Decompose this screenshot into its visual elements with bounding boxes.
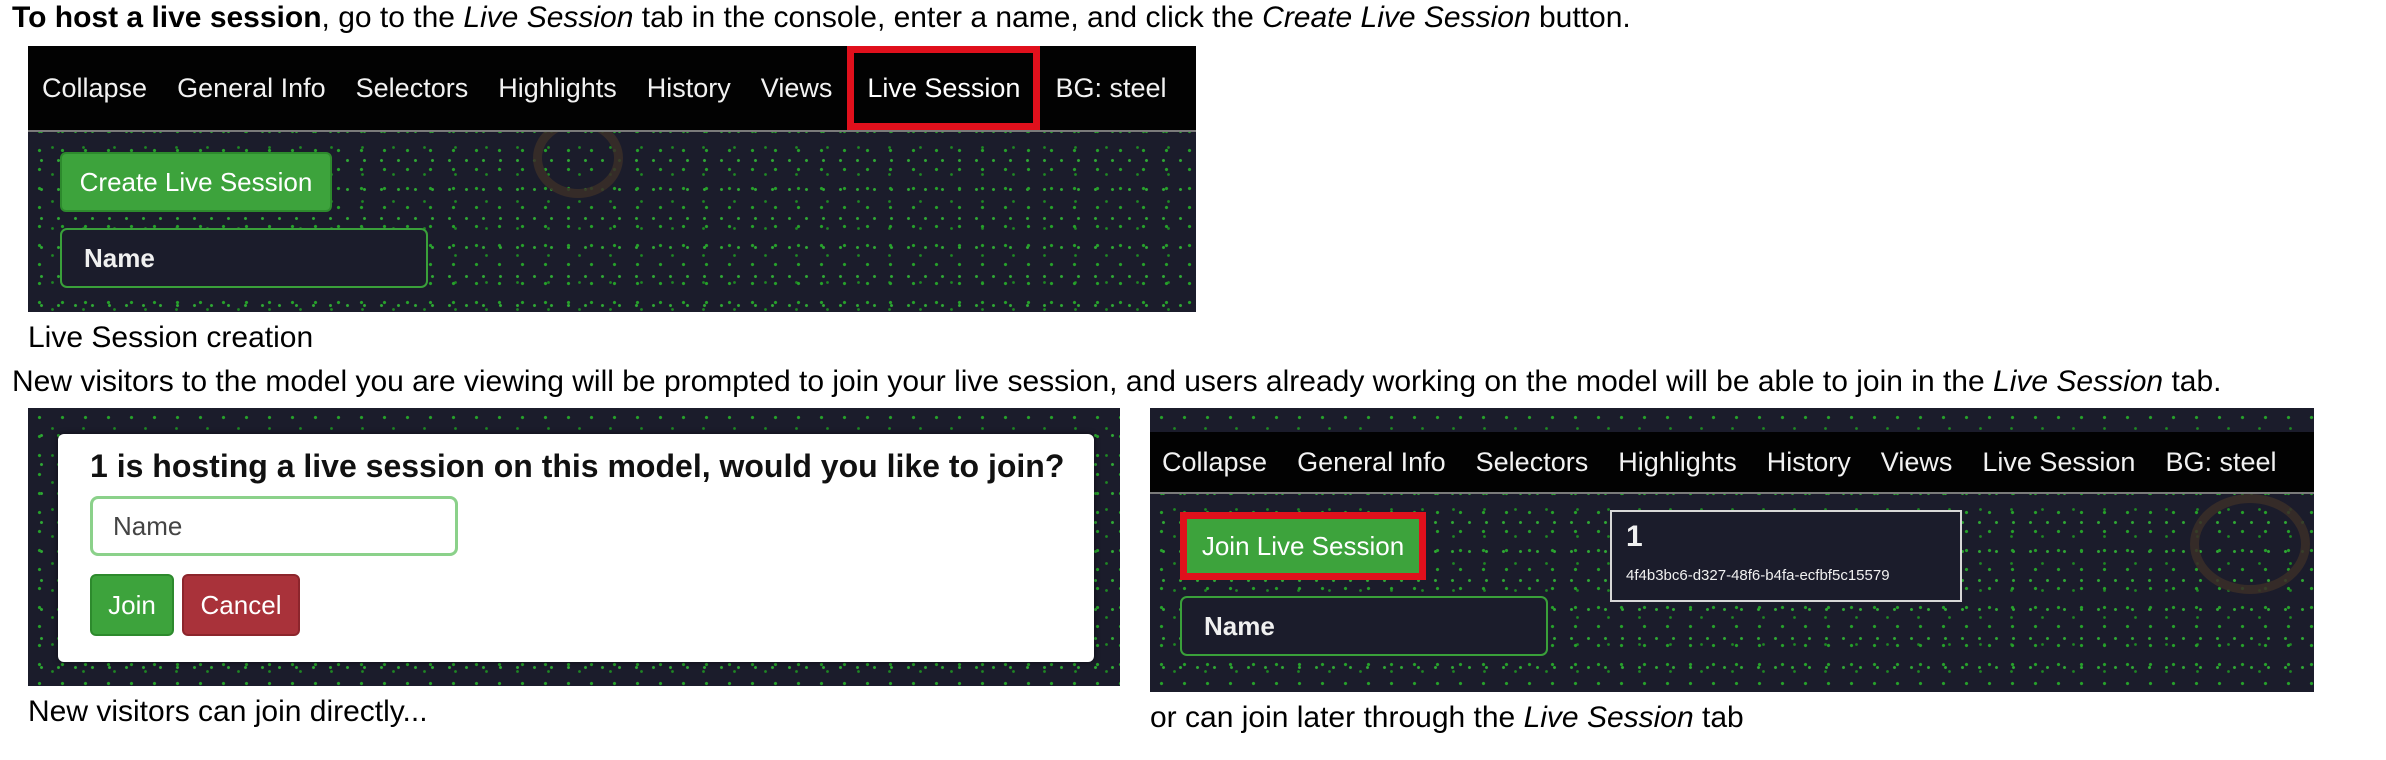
tab-live-session[interactable]: Live Session bbox=[1967, 432, 2150, 492]
visitors-text: New visitors to the model you are viewin… bbox=[12, 365, 1994, 398]
tab-collapse[interactable]: Collapse bbox=[28, 46, 162, 130]
tab-bg-steel[interactable]: BG: steel bbox=[1040, 46, 1181, 130]
intro-paragraph: To host a live session, go to the Live S… bbox=[12, 0, 1631, 36]
caption-join-later-italic: Live Session bbox=[1523, 701, 1694, 734]
tab-bg-steel[interactable]: BG: steel bbox=[2150, 432, 2291, 492]
visitors-italic: Live Session bbox=[1993, 365, 2164, 398]
intro-bold: To host a live session bbox=[12, 1, 322, 34]
session-card[interactable]: 1 4f4b3bc6-d327-48f6-b4fa-ecfbf5c15579 bbox=[1610, 510, 1962, 602]
join-dialog: 1 is hosting a live session on this mode… bbox=[58, 434, 1094, 662]
caption-join-directly: New visitors can join directly... bbox=[28, 695, 428, 728]
intro-text-3: button. bbox=[1530, 1, 1631, 34]
model-shape bbox=[2190, 494, 2310, 594]
cancel-button[interactable]: Cancel bbox=[182, 574, 300, 636]
visitors-paragraph: New visitors to the model you are viewin… bbox=[12, 364, 2222, 400]
name-input[interactable]: Name bbox=[90, 496, 458, 556]
console-menubar: Collapse General Info Selectors Highligh… bbox=[28, 46, 1196, 132]
intro-text-2: tab in the console, enter a name, and cl… bbox=[633, 1, 1263, 34]
dialog-title: 1 is hosting a live session on this mode… bbox=[90, 448, 1065, 484]
join-later-screenshot: Collapse General Info Selectors Highligh… bbox=[1150, 408, 2314, 692]
tab-live-session[interactable]: Live Session bbox=[847, 46, 1041, 130]
live-session-creation-screenshot: Collapse General Info Selectors Highligh… bbox=[28, 46, 1196, 312]
intro-text-1: , go to the bbox=[321, 1, 464, 34]
caption-live-session-creation: Live Session creation bbox=[28, 321, 314, 354]
tab-highlights[interactable]: Highlights bbox=[1603, 432, 1752, 492]
tab-general-info[interactable]: General Info bbox=[1282, 432, 1461, 492]
join-prompt-screenshot: 1 is hosting a live session on this mode… bbox=[28, 408, 1120, 686]
tab-general-info[interactable]: General Info bbox=[162, 46, 341, 130]
create-live-session-button[interactable]: Create Live Session bbox=[60, 152, 332, 212]
intro-italic-1: Live Session bbox=[463, 1, 634, 34]
session-id: 4f4b3bc6-d327-48f6-b4fa-ecfbf5c15579 bbox=[1626, 567, 1890, 584]
intro-italic-2: Create Live Session bbox=[1262, 1, 1531, 34]
name-input[interactable]: Name bbox=[60, 228, 428, 288]
join-live-session-button[interactable]: Join Live Session bbox=[1180, 512, 1426, 580]
session-host: 1 bbox=[1626, 520, 1643, 553]
caption-join-later-text: or can join later through the bbox=[1150, 701, 1524, 734]
visitors-end: tab. bbox=[2163, 365, 2222, 398]
tab-history[interactable]: History bbox=[632, 46, 746, 130]
tab-views[interactable]: Views bbox=[746, 46, 848, 130]
caption-join-later-end: tab bbox=[1693, 701, 1744, 734]
caption-join-later: or can join later through the Live Sessi… bbox=[1150, 700, 1744, 736]
tab-collapse[interactable]: Collapse bbox=[1150, 432, 1282, 492]
tab-selectors[interactable]: Selectors bbox=[341, 46, 484, 130]
tab-selectors[interactable]: Selectors bbox=[1461, 432, 1604, 492]
console-menubar: Collapse General Info Selectors Highligh… bbox=[1150, 432, 2314, 494]
join-button[interactable]: Join bbox=[90, 574, 174, 636]
name-input[interactable]: Name bbox=[1180, 596, 1548, 656]
tab-highlights[interactable]: Highlights bbox=[483, 46, 632, 130]
tab-history[interactable]: History bbox=[1752, 432, 1866, 492]
tab-views[interactable]: Views bbox=[1866, 432, 1968, 492]
